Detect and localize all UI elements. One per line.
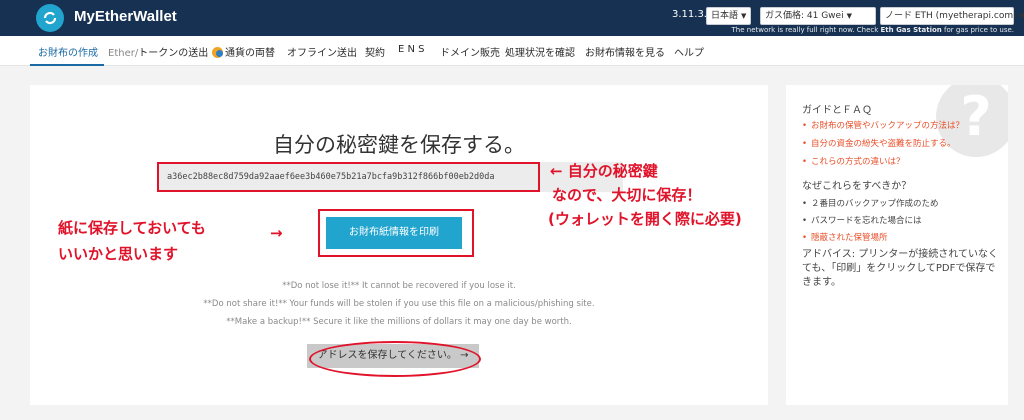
warning-do-not-lose: **Do not lose it!** It cannot be recover… bbox=[282, 281, 516, 291]
chevron-down-icon: ▼ bbox=[1019, 12, 1024, 20]
brand-name[interactable]: MyEtherWallet bbox=[74, 8, 177, 25]
gas-price-label: ガス価格: 41 Gwei bbox=[765, 11, 844, 21]
tab-create-wallet[interactable]: お財布の作成 bbox=[38, 44, 98, 59]
chevron-down-icon: ▼ bbox=[741, 12, 747, 20]
warning-make-backup: **Make a backup!** Secure it like the mi… bbox=[226, 317, 572, 327]
guide-link-label: これらの方式の違いは？ bbox=[811, 157, 905, 167]
tab-contracts[interactable]: 契約 bbox=[365, 44, 385, 59]
guide-link[interactable]: • 自分の資金の紛失や盗難を防止する。 bbox=[802, 137, 956, 149]
why-link[interactable]: • 隠蔽された保管場所 bbox=[802, 231, 888, 243]
key-note-line-1: ← 自分の秘密鍵 bbox=[550, 162, 658, 180]
tab-offline-send[interactable]: オフライン送出 bbox=[287, 44, 357, 59]
tab-label: 通貨の両替 bbox=[225, 48, 275, 59]
why-item-label: ２番目のバックアップ作成のため bbox=[811, 199, 939, 209]
tab-prefix: Ether/ bbox=[108, 48, 139, 59]
guide-title: ガイドとＦＡＱ bbox=[802, 105, 872, 116]
gas-price-select[interactable]: ガス価格: 41 Gwei ▼ bbox=[760, 7, 876, 25]
tab-domain-sale[interactable]: ドメイン販売 bbox=[440, 44, 500, 59]
tab-label: トークンの送出 bbox=[138, 48, 209, 59]
tab-swap[interactable]: 通貨の両替 bbox=[212, 44, 275, 59]
swap-coins-icon bbox=[212, 47, 223, 58]
top-bar: MyEtherWallet 3.11.3.3 日本語 ▼ ガス価格: 41 Gwe… bbox=[0, 0, 1024, 36]
tab-ens[interactable]: E N S bbox=[398, 44, 425, 55]
tab-view-wallet-info[interactable]: お財布情報を見る bbox=[585, 44, 665, 59]
notice-text: for gas price to use. bbox=[941, 26, 1014, 34]
save-highlight-ellipse bbox=[309, 341, 481, 377]
eth-gas-station-link[interactable]: Eth Gas Station bbox=[881, 26, 942, 34]
bullet-icon: • bbox=[802, 157, 808, 167]
chevron-down-icon: ▼ bbox=[846, 12, 852, 20]
key-note-line-2: なので、大切に保存！ bbox=[552, 186, 702, 204]
notice-text: The network is really full right now. Ch… bbox=[731, 26, 881, 34]
tab-send-ether-tokens[interactable]: Ether/トークンの送出 bbox=[108, 44, 208, 59]
node-select[interactable]: ノード ETH (myetherapi.com) ▼ bbox=[880, 7, 1024, 25]
print-note-line-1: 紙に保存しておいても bbox=[58, 219, 206, 237]
guide-link-label: 自分の資金の紛失や盗難を防止する。 bbox=[811, 139, 956, 149]
myetherwallet-logo-icon[interactable] bbox=[36, 4, 64, 32]
language-label: 日本語 bbox=[711, 11, 739, 21]
tab-check-tx-status[interactable]: 処理状況を確認 bbox=[505, 44, 575, 59]
bullet-icon: • bbox=[802, 233, 808, 243]
why-item: • パスワードを忘れた場合には bbox=[802, 214, 922, 226]
main-nav: お財布の作成 Ether/トークンの送出 通貨の両替 オフライン送出 契約 E … bbox=[0, 36, 1024, 66]
node-label: ノード ETH (myetherapi.com) bbox=[885, 11, 1017, 21]
print-paper-wallet-button[interactable]: お財布紙情報を印刷 bbox=[326, 217, 462, 249]
guide-link[interactable]: • お財布の保管やバックアップの方法は？ bbox=[802, 119, 964, 131]
print-note-arrow: → bbox=[270, 224, 283, 242]
warning-do-not-share: **Do not share it!** Your funds will be … bbox=[203, 299, 595, 309]
active-tab-indicator bbox=[30, 64, 104, 66]
bullet-icon: • bbox=[802, 121, 808, 131]
guide-link[interactable]: • これらの方式の違いは？ bbox=[802, 155, 905, 167]
why-item-label: パスワードを忘れた場合には bbox=[811, 216, 922, 226]
bullet-icon: • bbox=[802, 199, 808, 209]
print-advice: アドバイス: プリンターが接続されていなくても、「印刷」をクリックしてPDFで保… bbox=[802, 249, 998, 288]
private-key-field[interactable]: a36ec2b88ec8d759da92aaef6ee3b460e75b21a7… bbox=[157, 162, 540, 192]
why-title: なぜこれらをすべきか？ bbox=[802, 181, 912, 192]
bullet-icon: • bbox=[802, 216, 808, 226]
guide-link-label: お財布の保管やバックアップの方法は？ bbox=[811, 121, 965, 131]
network-notice: The network is really full right now. Ch… bbox=[732, 26, 1014, 34]
tab-help[interactable]: ヘルプ bbox=[674, 44, 704, 59]
why-link-label: 隠蔽された保管場所 bbox=[811, 233, 888, 243]
bullet-icon: • bbox=[802, 139, 808, 149]
guide-sidebar: ? ガイドとＦＡＱ • お財布の保管やバックアップの方法は？ • 自分の資金の紛失や… bbox=[786, 85, 1008, 405]
language-select[interactable]: 日本語 ▼ bbox=[706, 7, 752, 25]
print-note-line-2: いいかと思います bbox=[58, 245, 179, 263]
page-title: 自分の秘密鍵を保存する。 bbox=[273, 133, 525, 157]
key-note-line-3: (ウォレットを開く際に必要) bbox=[548, 210, 742, 228]
why-item: • ２番目のバックアップ作成のため bbox=[802, 197, 939, 209]
